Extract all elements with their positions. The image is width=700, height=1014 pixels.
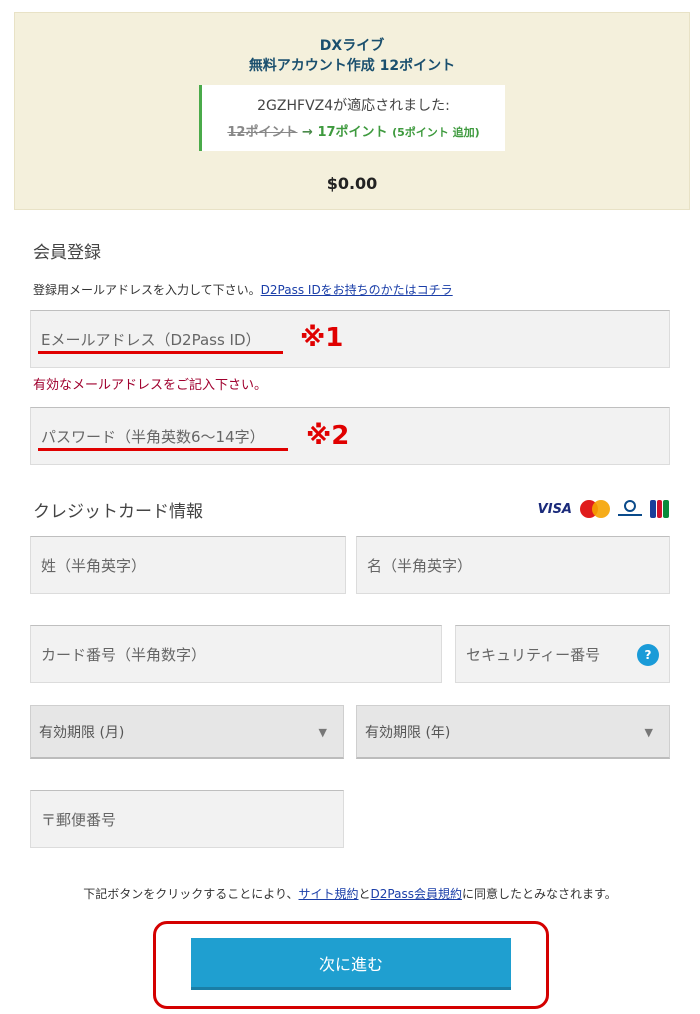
card-number-input[interactable]: カード番号（半角数字） <box>30 625 442 683</box>
first-name-input[interactable]: 名（半角英字） <box>356 536 670 594</box>
help-icon[interactable]: ? <box>637 644 659 666</box>
email-annotation-mark: ※1 <box>300 323 344 353</box>
member-terms-link[interactable]: D2Pass会員規約 <box>371 887 462 901</box>
new-points: 17ポイント <box>317 125 388 140</box>
jcb-icon <box>650 500 670 518</box>
visa-icon: VISA <box>537 501 572 517</box>
email-error: 有効なメールアドレスをご記入下さい。 <box>33 378 268 393</box>
hint-text: 登録用メールアドレスを入力して下さい。 <box>33 283 261 297</box>
exp-year-value: 有効期限 (年) <box>365 724 451 741</box>
old-points: 12ポイント <box>227 125 298 140</box>
exp-year-select[interactable]: 有効期限 (年) ▼ <box>356 705 670 759</box>
exp-month-value: 有効期限 (月) <box>39 724 125 741</box>
promo-points: 12ポイント → 17ポイント (5ポイント 追加) <box>202 121 505 140</box>
registration-hint: 登録用メールアドレスを入力して下さい。D2Pass IDをお持ちのかたはコチラ <box>33 281 453 298</box>
order-summary: DXライブ 無料アカウント作成 12ポイント 2GZHFVZ4が適応されました:… <box>14 12 690 210</box>
last-name-input[interactable]: 姓（半角英字） <box>30 536 346 594</box>
last-name-placeholder: 姓（半角英字） <box>41 556 147 575</box>
email-annotation-underline <box>38 351 283 354</box>
mastercard-icon <box>580 500 610 518</box>
password-annotation-mark: ※2 <box>306 421 350 451</box>
postal-code-input[interactable]: 〒郵便番号 <box>30 790 344 848</box>
promo-box: 2GZHFVZ4が適応されました: 12ポイント → 17ポイント (5ポイント… <box>199 85 505 151</box>
agree-text-before: 下記ボタンをクリックすることにより、 <box>83 887 299 901</box>
terms-agreement: 下記ボタンをクリックすることにより、サイト規約とD2Pass会員規約に同意したと… <box>0 885 700 902</box>
card-brands: VISA <box>538 498 670 520</box>
credit-card-title: クレジットカード情報 <box>33 502 203 522</box>
agree-text-after: に同意したとみなされます。 <box>461 887 617 901</box>
chevron-down-icon: ▼ <box>318 726 327 739</box>
price: $0.00 <box>326 174 378 193</box>
chevron-down-icon: ▼ <box>644 726 653 739</box>
password-placeholder: パスワード（半角英数6～14字） <box>41 427 265 446</box>
site-terms-link[interactable]: サイト規約 <box>299 887 359 901</box>
arrow-icon: → <box>302 125 313 140</box>
promo-applied-text: 2GZHFVZ4が適応されました: <box>257 98 450 114</box>
password-annotation-underline <box>38 448 288 451</box>
exp-month-select[interactable]: 有効期限 (月) ▼ <box>30 705 344 759</box>
registration-title: 会員登録 <box>33 243 101 263</box>
diners-club-icon <box>618 500 642 518</box>
password-input[interactable]: パスワード（半角英数6～14字） <box>30 407 670 465</box>
security-code-input[interactable]: セキュリティー番号 ? <box>455 625 670 683</box>
first-name-placeholder: 名（半角英字） <box>367 556 473 575</box>
product-title: DXライブ <box>319 38 385 54</box>
email-input[interactable]: Eメールアドレス（D2Pass ID） <box>30 310 670 368</box>
postal-code-placeholder: 〒郵便番号 <box>41 810 117 829</box>
product-subtitle: 無料アカウント作成 12ポイント <box>248 58 456 74</box>
email-placeholder: Eメールアドレス（D2Pass ID） <box>41 330 261 349</box>
d2pass-login-link[interactable]: D2Pass IDをお持ちのかたはコチラ <box>261 283 453 297</box>
next-button[interactable]: 次に進む <box>191 938 511 990</box>
agree-text-and: と <box>358 887 371 901</box>
security-code-placeholder: セキュリティー番号 <box>466 645 601 664</box>
bonus-points: (5ポイント 追加) <box>392 126 480 139</box>
card-number-placeholder: カード番号（半角数字） <box>41 645 207 664</box>
